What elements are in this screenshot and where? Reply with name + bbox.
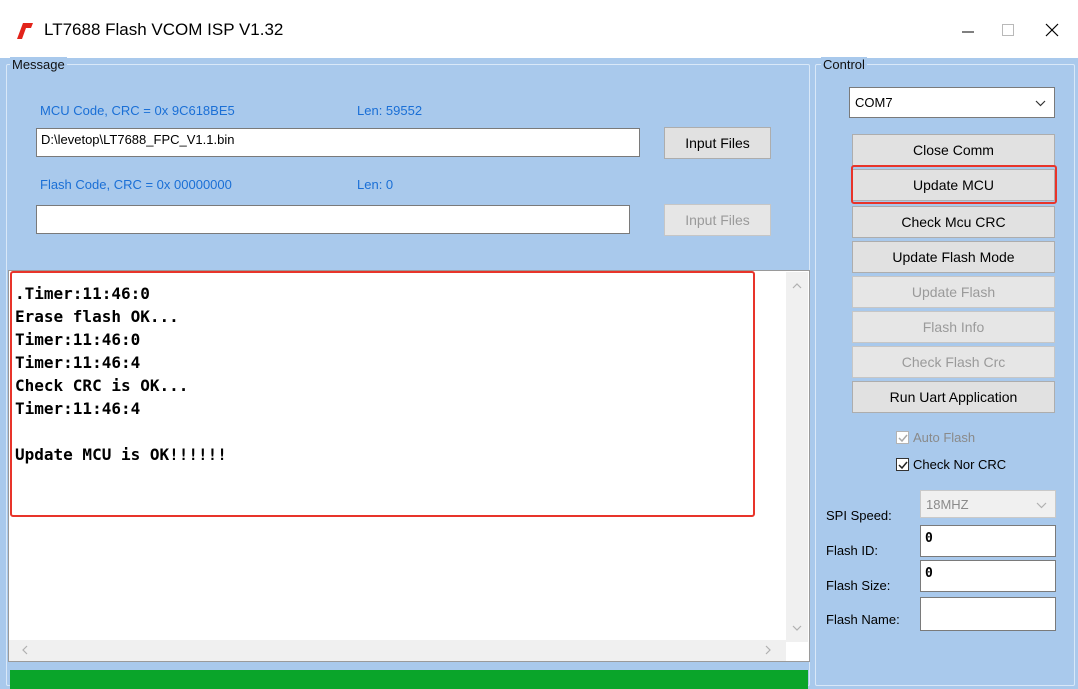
log-vertical-scrollbar[interactable]: [786, 272, 808, 642]
check-mcu-crc-button[interactable]: Check Mcu CRC: [852, 206, 1055, 238]
check-flash-crc-button[interactable]: Check Flash Crc: [852, 346, 1055, 378]
mcu-crc-label: MCU Code, CRC = 0x 9C618BE5: [40, 103, 235, 118]
checkmark-icon: [898, 461, 908, 470]
auto-flash-checkbox[interactable]: Auto Flash: [896, 430, 975, 445]
maximize-button[interactable]: [986, 12, 1030, 48]
check-nor-crc-label: Check Nor CRC: [913, 457, 1007, 472]
log-horizontal-scrollbar[interactable]: [9, 640, 786, 661]
mcu-file-path-input[interactable]: D:\levetop\LT7688_FPC_V1.1.bin: [36, 128, 640, 157]
progress-bar-fill: [10, 670, 808, 689]
close-icon: [1045, 23, 1059, 37]
scroll-down-icon: [792, 625, 802, 631]
log-highlight-box: [10, 271, 755, 517]
mcu-len-label: Len: 59552: [357, 103, 423, 118]
title-bar[interactable]: LT7688 Flash VCOM ISP V1.32: [0, 0, 1078, 58]
checkmark-icon: [898, 434, 908, 443]
app-logo-icon: [17, 23, 33, 39]
flash-size-label: Flash Size:: [826, 578, 891, 593]
update-flash-button[interactable]: Update Flash: [852, 276, 1055, 308]
message-group-label: Message: [10, 57, 67, 72]
com-port-select[interactable]: COM7: [849, 87, 1055, 118]
update-mcu-highlight-box: [851, 165, 1057, 204]
spi-speed-value: 18MHZ: [926, 496, 969, 512]
flash-crc-label: Flash Code, CRC = 0x 00000000: [40, 177, 232, 192]
flash-id-label: Flash ID:: [826, 543, 879, 558]
spi-speed-select[interactable]: 18MHZ: [920, 490, 1056, 518]
progress-bar: [10, 670, 808, 689]
update-flash-mode-button[interactable]: Update Flash Mode: [852, 241, 1055, 273]
chevron-down-icon: [1035, 100, 1046, 107]
window-title: LT7688 Flash VCOM ISP V1.32: [44, 20, 284, 39]
auto-flash-label: Auto Flash: [913, 430, 976, 445]
control-group-label: Control: [821, 57, 867, 72]
auto-flash-checkbox-box: [896, 431, 909, 444]
close-window-button[interactable]: [1030, 12, 1074, 48]
minimize-icon: [962, 31, 974, 33]
run-uart-application-button[interactable]: Run Uart Application: [852, 381, 1055, 413]
close-comm-button[interactable]: Close Comm: [852, 134, 1055, 166]
spi-speed-label: SPI Speed:: [826, 508, 892, 523]
flash-info-button[interactable]: Flash Info: [852, 311, 1055, 343]
scroll-right-icon: [765, 645, 771, 655]
check-nor-crc-checkbox-box: [896, 458, 909, 471]
flash-file-path-input[interactable]: [36, 205, 630, 234]
scroll-up-icon: [792, 283, 802, 289]
scroll-left-icon: [22, 645, 28, 655]
chevron-down-icon: [1036, 502, 1047, 509]
flash-size-field[interactable]: 0: [920, 560, 1056, 592]
flash-input-files-button[interactable]: Input Files: [664, 204, 771, 236]
com-port-value: COM7: [855, 95, 893, 110]
mcu-input-files-button[interactable]: Input Files: [664, 127, 771, 159]
flash-name-label: Flash Name:: [826, 612, 900, 627]
flash-len-label: Len: 0: [357, 177, 394, 192]
maximize-icon: [1002, 24, 1014, 36]
check-nor-crc-checkbox[interactable]: Check Nor CRC: [896, 457, 1006, 472]
minimize-button[interactable]: [946, 12, 990, 48]
flash-name-field[interactable]: [920, 597, 1056, 631]
flash-id-field[interactable]: 0: [920, 525, 1056, 557]
